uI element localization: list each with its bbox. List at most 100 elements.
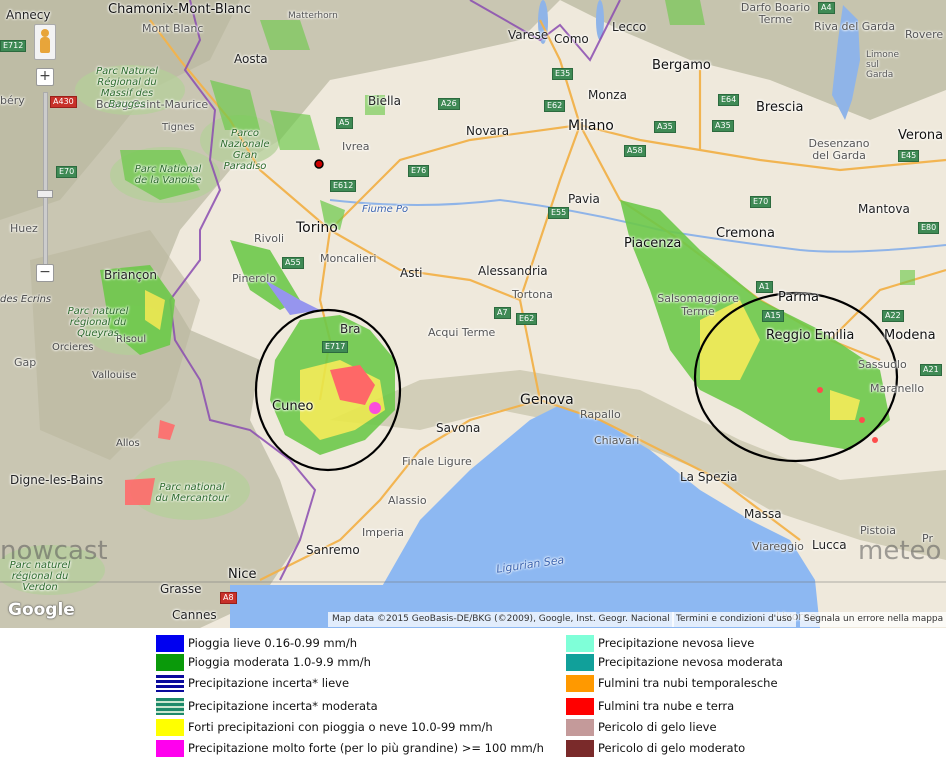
road-shield: E717	[322, 341, 349, 353]
park-queyras: Parc naturel régional du Queyras	[60, 306, 136, 339]
region-ecrins: des Ecrins	[0, 294, 52, 305]
road-shield: E76	[408, 165, 430, 177]
legend-label: Fulmini tra nubi temporalesche	[598, 676, 778, 690]
road-shield: E70	[56, 166, 78, 178]
city-ivrea: Ivrea	[342, 140, 370, 153]
city-darfo-text: Darfo Boario Terme	[740, 1, 811, 26]
legend-label: Fulmini tra nube e terra	[598, 699, 735, 713]
legend-item: Precipitazione nevosa lieve	[566, 634, 754, 652]
road-shield: A430	[50, 96, 77, 108]
city-bergamo: Bergamo	[652, 58, 711, 73]
road-shield: E64	[718, 94, 740, 106]
city-alessandria: Alessandria	[478, 264, 548, 278]
road-shield: E45	[898, 150, 920, 162]
city-laspezia: La Spezia	[680, 470, 738, 484]
legend-swatch	[156, 674, 184, 692]
road-shield: A22	[882, 310, 904, 322]
city-tignes: Tignes	[162, 122, 195, 133]
road-shield: E62	[516, 313, 538, 325]
city-imperia: Imperia	[362, 526, 405, 539]
city-biella: Biella	[368, 94, 401, 108]
city-pavia: Pavia	[568, 192, 600, 206]
zoom-slider-handle[interactable]	[37, 190, 53, 198]
city-torino: Torino	[296, 220, 338, 236]
city-lecco: Lecco	[612, 20, 647, 34]
road-shield: E55	[548, 207, 570, 219]
water-po: Fiume Po	[362, 204, 409, 215]
city-rivagarda: Riva del Garda	[814, 20, 896, 33]
road-shield: E70	[750, 196, 772, 208]
legend-item: Forti precipitazioni con pioggia o neve …	[156, 718, 493, 736]
legend-swatch	[566, 697, 594, 715]
road-shield: A1	[756, 281, 773, 293]
city-sanremo: Sanremo	[306, 543, 360, 557]
city-alassio: Alassio	[388, 494, 427, 507]
peak-matterhorn: Matterhorn	[288, 11, 338, 21]
legend-item: Pioggia lieve 0.16-0.99 mm/h	[156, 634, 357, 652]
road-shield: A35	[654, 121, 676, 133]
city-piacenza: Piacenza	[624, 236, 682, 251]
street-view-pegman[interactable]	[34, 24, 56, 60]
city-vallouise: Vallouise	[92, 370, 137, 381]
radar-map[interactable]: Chamonix-Mont-Blanc Annecy Mont Blanc Ma…	[0, 0, 946, 628]
city-pinerolo: Pinerolo	[232, 272, 276, 285]
report-error-link[interactable]: Segnala un errore nella mappa	[800, 612, 946, 627]
road-shield: E62	[544, 100, 566, 112]
road-shield: A35	[712, 120, 734, 132]
pegman-body-icon	[40, 37, 50, 53]
city-bra: Bra	[340, 322, 361, 336]
city-digne: Digne-les-Bains	[10, 473, 104, 487]
city-modena: Modena	[884, 328, 936, 343]
google-logo[interactable]: Google	[8, 600, 75, 620]
city-darfo: Darfo Boario Terme	[738, 2, 813, 26]
city-allos: Allos	[116, 438, 140, 449]
city-acqui: Acqui Terme	[428, 326, 496, 339]
legend-label: Pericolo di gelo moderato	[598, 741, 746, 755]
city-grasse: Grasse	[160, 582, 202, 596]
road-shield: E80	[918, 222, 940, 234]
city-bery: béry	[0, 94, 25, 107]
legend-label: Precipitazione nevosa moderata	[598, 655, 783, 669]
road-shield: E35	[552, 68, 574, 80]
legend-label: Precipitazione nevosa lieve	[598, 636, 755, 650]
road-shield: A55	[282, 257, 304, 269]
city-reggio: Reggio Emilia	[766, 328, 855, 343]
legend-label: Precipitazione incerta* moderata	[188, 699, 378, 713]
legend-label: Pioggia moderata 1.0-9.9 mm/h	[188, 655, 371, 669]
city-monza: Monza	[588, 88, 627, 102]
road-shield: A26	[438, 98, 460, 110]
legend: Pioggia lieve 0.16-0.99 mm/h Pioggia mod…	[152, 630, 792, 760]
road-shield: A4	[818, 2, 835, 14]
city-cremona: Cremona	[716, 226, 775, 241]
road-shield: A58	[624, 145, 646, 157]
road-shield: E612	[330, 180, 357, 192]
city-chiavari: Chiavari	[594, 434, 640, 447]
city-moncalieri: Moncalieri	[320, 252, 377, 265]
city-massa: Massa	[744, 507, 782, 521]
legend-item: Pericolo di gelo moderato	[566, 739, 745, 757]
park-granparadiso-text: Parco Nazionale Gran Paradiso	[220, 128, 270, 172]
legend-swatch	[566, 718, 594, 736]
city-cannes: Cannes	[172, 608, 217, 622]
terms-link[interactable]: Termini e condizioni d'uso	[672, 612, 797, 627]
city-desenzano-text: Desenzano del Garda	[808, 137, 870, 162]
city-viareggio: Viareggio	[752, 540, 804, 553]
city-lucca: Lucca	[812, 538, 847, 552]
park-vanoise-text: Parc National de la Vanoise	[134, 164, 202, 186]
road-shield: A21	[920, 364, 942, 376]
pegman-head-icon	[41, 29, 49, 37]
city-gap: Gap	[14, 356, 37, 369]
park-granparadiso: Parco Nazionale Gran Paradiso	[210, 128, 280, 172]
zoom-slider-track[interactable]	[43, 92, 48, 266]
city-desenzano: Desenzano del Garda	[808, 138, 870, 162]
city-parma: Parma	[778, 290, 819, 305]
zoom-out-button[interactable]: −	[36, 264, 54, 282]
city-rapallo: Rapallo	[580, 408, 621, 421]
city-rivoli: Rivoli	[254, 232, 285, 245]
legend-label: Precipitazione molto forte (per lo più g…	[188, 741, 544, 755]
city-limone: Limone sul Garda	[866, 50, 908, 80]
zoom-in-button[interactable]: +	[36, 68, 54, 86]
legend-item: Pericolo di gelo lieve	[566, 718, 717, 736]
legend-swatch	[156, 653, 184, 671]
city-rovere: Rovere	[905, 28, 944, 41]
